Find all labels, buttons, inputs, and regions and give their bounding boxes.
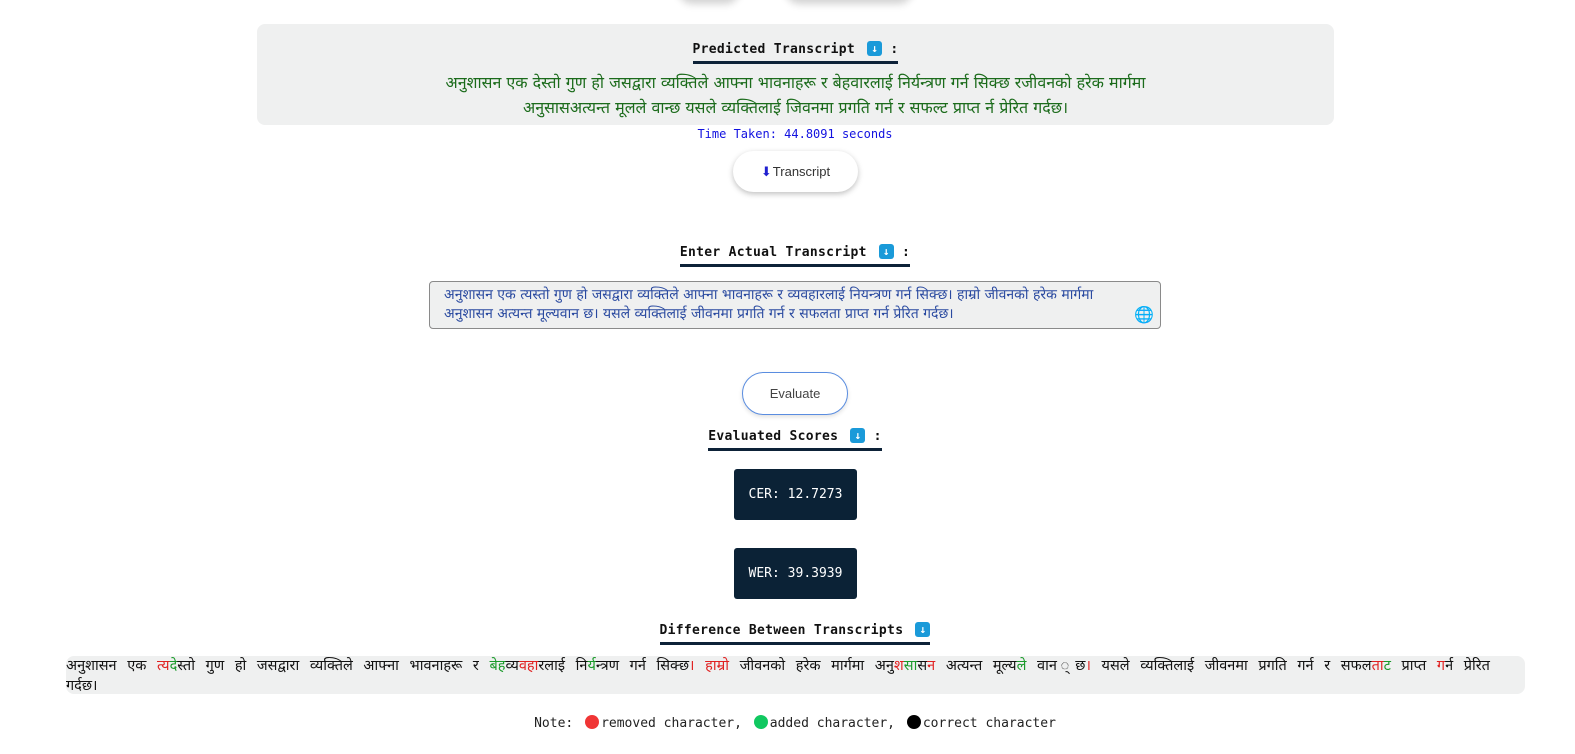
diff-added-segment: ट bbox=[1383, 658, 1391, 674]
difference-heading-wrap: Difference Between Transcripts ↓ bbox=[0, 621, 1575, 645]
wer-score-card: WER: 39.3939 bbox=[734, 548, 857, 599]
heading-colon: : bbox=[902, 245, 911, 260]
download-icon: ⬇ bbox=[760, 163, 772, 179]
download-arrow-icon[interactable]: ↓ bbox=[850, 428, 866, 443]
diff-correct-segment: स bbox=[917, 658, 928, 674]
predicted-transcript-heading: Predicted Transcript ↓ : bbox=[692, 41, 899, 64]
diff-added-segment: र्य bbox=[587, 658, 596, 674]
difference-heading: Difference Between Transcripts ↓ bbox=[659, 622, 931, 645]
legend-dot-correct bbox=[906, 715, 921, 729]
legend-dot-removed bbox=[585, 715, 600, 729]
legend-prefix: Note: bbox=[534, 716, 574, 731]
difference-text: अनुशासन एक त्यदेस्तो गुण हो जसद्वारा व्य… bbox=[66, 655, 1525, 695]
actual-heading-wrap: Enter Actual Transcript ↓ : bbox=[0, 243, 1575, 267]
diff-removed-segment: ग bbox=[1436, 658, 1446, 674]
diff-removed-segment: हाम्रो bbox=[705, 658, 730, 674]
time-taken: Time Taken: 44.8091 seconds bbox=[697, 127, 893, 141]
diff-added-segment: ले bbox=[1016, 658, 1027, 674]
diff-correct-segment: जीवनको हरेक मार्गमा अनु bbox=[729, 658, 894, 674]
legend-label-added: added character, bbox=[769, 716, 896, 731]
legend-label-removed: removed character, bbox=[601, 716, 742, 731]
diff-added-segment: बेह bbox=[489, 658, 506, 674]
diff-removed-segment: श bbox=[893, 658, 904, 674]
diff-correct-segment: यसले व्यक्तिलाई जीवनमा प्रगति गर्न र सफल bbox=[1090, 658, 1372, 674]
diff-removed-segment: ता bbox=[1371, 658, 1384, 674]
download-arrow-icon[interactable]: ↓ bbox=[915, 622, 931, 637]
diff-correct-segment: रलाई नि bbox=[538, 658, 588, 674]
diff-correct-segment: छ bbox=[1075, 658, 1086, 674]
download-arrow-icon[interactable]: ↓ bbox=[878, 244, 894, 259]
diff-correct-segment: न्त्रण गर्न सिक्छ bbox=[595, 658, 690, 674]
diff-correct-segment: प्राप्त bbox=[1390, 658, 1437, 674]
actual-transcript-heading: Enter Actual Transcript ↓ : bbox=[679, 244, 911, 267]
download-transcript-button[interactable]: ⬇ Transcript bbox=[733, 151, 858, 192]
diff-correct-segment: अनुशासन एक bbox=[66, 658, 157, 674]
diff-correct-segment: अत्यन्त मूल्य bbox=[935, 658, 1017, 674]
evaluate-button[interactable]: Evaluate bbox=[742, 372, 848, 415]
diff-correct-segment: व्य bbox=[505, 658, 519, 674]
predicted-transcript-panel: Predicted Transcript ↓ : अनुशासन एक देस्… bbox=[257, 24, 1334, 125]
difference-heading-text: Difference Between Transcripts bbox=[659, 623, 904, 638]
legend-note: Note: removed character, added character… bbox=[0, 715, 1575, 731]
legend-dot-added bbox=[753, 715, 768, 729]
difference-text-panel: अनुशासन एक त्यदेस्तो गुण हो जसद्वारा व्य… bbox=[66, 656, 1525, 694]
predicted-transcript-text: अनुशासन एक देस्तो गुण हो जसद्वारा व्यक्त… bbox=[445, 73, 1146, 117]
actual-heading-text: Enter Actual Transcript bbox=[679, 245, 867, 260]
cer-score-card: CER: 12.7273 bbox=[734, 469, 857, 520]
predicted-heading-text: Predicted Transcript bbox=[692, 42, 856, 57]
diff-correct-segment: वान bbox=[1026, 658, 1076, 674]
heading-colon: : bbox=[873, 429, 882, 444]
diff-correct-segment: स्तो गुण हो जसद्वारा व्यक्तिले आफ्ना भाव… bbox=[177, 658, 490, 674]
diff-removed-segment: वहा bbox=[518, 658, 539, 674]
actual-transcript-input[interactable]: अनुशासन एक त्यस्तो गुण हो जसद्वारा व्यक्… bbox=[429, 281, 1161, 329]
scores-heading-wrap: Evaluated Scores ↓ : bbox=[0, 427, 1575, 451]
download-arrow-icon[interactable]: ↓ bbox=[867, 41, 883, 56]
evaluated-scores-heading: Evaluated Scores ↓ : bbox=[708, 428, 882, 451]
scores-heading-text: Evaluated Scores bbox=[708, 429, 839, 444]
globe-clear-icon[interactable]: 🌐 bbox=[1134, 305, 1154, 324]
diff-added-segment: सा bbox=[903, 658, 918, 674]
diff-removed-segment: त्य bbox=[156, 658, 170, 674]
diff-removed-segment: । bbox=[689, 658, 706, 674]
heading-colon: : bbox=[890, 42, 899, 57]
legend-label-correct: correct character bbox=[922, 716, 1056, 731]
transcript-button-label: Transcript bbox=[772, 164, 831, 179]
diff-removed-segment: न bbox=[927, 658, 936, 674]
actual-transcript-value[interactable]: अनुशासन एक त्यस्तो गुण हो जसद्वारा व्यक्… bbox=[444, 287, 1093, 322]
